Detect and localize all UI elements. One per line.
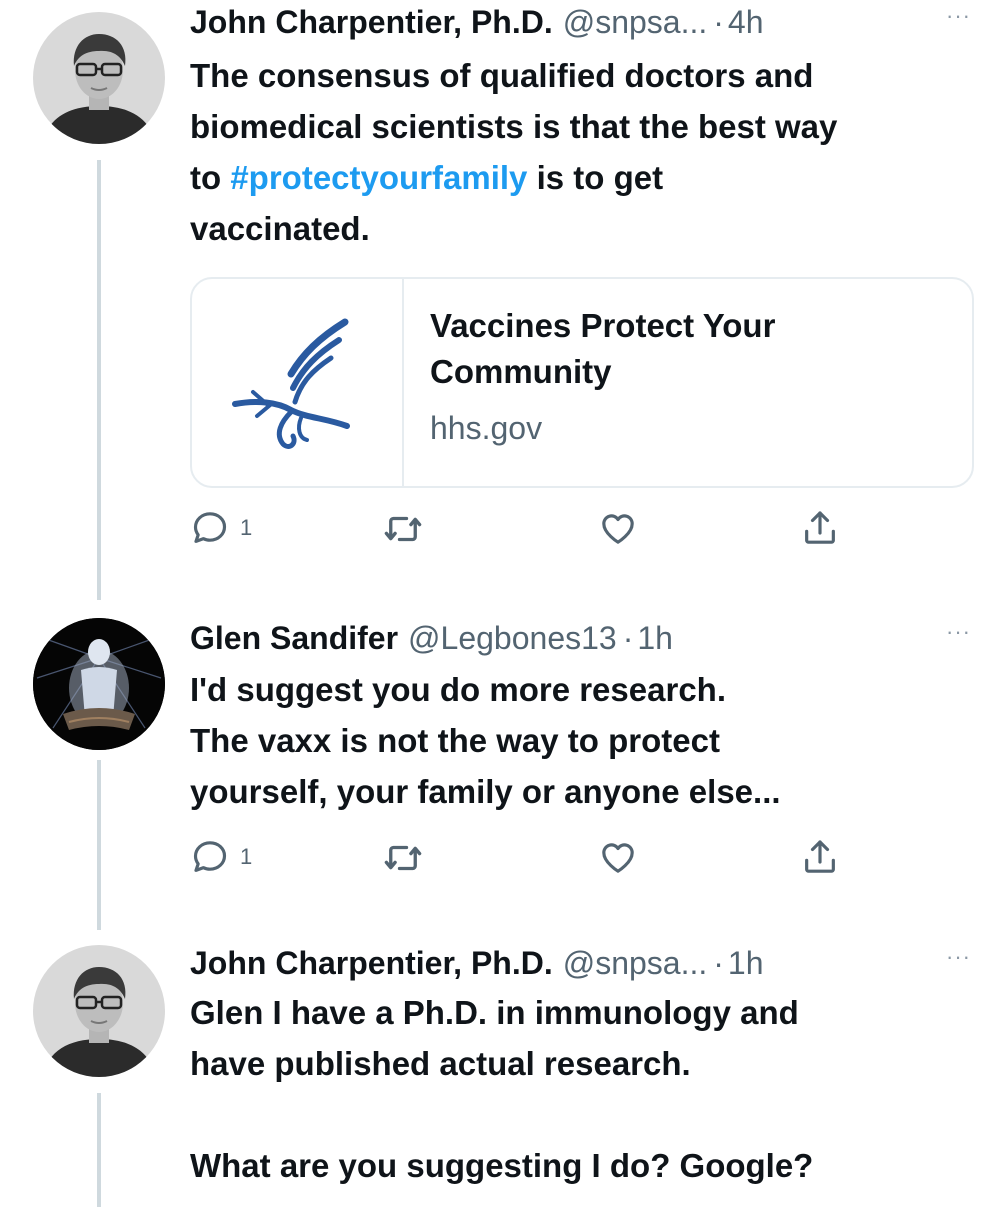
card-image: [192, 279, 404, 486]
share-icon: [800, 508, 840, 548]
avatar[interactable]: [33, 945, 165, 1077]
tweet-text: I'd suggest you do more research. The va…: [190, 671, 781, 810]
avatar[interactable]: [33, 618, 165, 750]
author-handle[interactable]: @Legbones13: [408, 618, 617, 658]
separator-dot: ·: [713, 945, 724, 981]
share-button[interactable]: [800, 508, 840, 548]
reply-icon: [190, 837, 230, 877]
more-icon[interactable]: ···: [946, 946, 971, 968]
action-bar: 1: [190, 837, 850, 881]
card-domain: hhs.gov: [430, 410, 543, 446]
hashtag-link[interactable]: #protectyourfamily: [230, 159, 527, 196]
tweet-text: The consensus of qualified doctors and b…: [190, 50, 971, 254]
reply-count: 1: [240, 515, 253, 540]
heart-icon: [598, 837, 638, 877]
separator-dot: ·: [713, 4, 724, 40]
retweet-button[interactable]: [382, 508, 424, 550]
author-handle[interactable]: @snpsa...: [563, 943, 708, 983]
more-icon[interactable]: ···: [946, 621, 971, 643]
separator-dot: ·: [622, 620, 634, 656]
like-button[interactable]: [598, 508, 638, 548]
timestamp[interactable]: 4h: [728, 2, 764, 42]
author-name[interactable]: Glen Sandifer: [190, 618, 398, 658]
card-title: Vaccines Protect Your Community: [430, 307, 776, 390]
reply-button[interactable]: 1: [190, 837, 252, 877]
timestamp[interactable]: 1h: [637, 618, 673, 658]
retweet-button[interactable]: [382, 837, 424, 879]
retweet-icon: [382, 508, 424, 550]
action-bar: 1: [190, 508, 850, 552]
reply-count: 1: [240, 844, 253, 869]
heart-icon: [598, 508, 638, 548]
share-icon: [800, 837, 840, 877]
link-card[interactable]: Vaccines Protect Your Community hhs.gov: [190, 277, 974, 488]
hhs-eagle-logo: [232, 318, 350, 449]
like-button[interactable]: [598, 837, 638, 877]
more-icon[interactable]: ···: [946, 5, 971, 27]
thread-line: [97, 160, 101, 600]
author-name[interactable]: John Charpentier, Ph.D.: [190, 943, 553, 983]
avatar[interactable]: [33, 12, 165, 144]
retweet-icon: [382, 837, 424, 879]
tweet-header: John Charpentier, Ph.D. @snpsa... · 1h: [190, 943, 971, 983]
share-button[interactable]: [800, 837, 840, 877]
tweet-text: Glen I have a Ph.D. in immunology and ha…: [190, 994, 814, 1184]
thread-line: [97, 760, 101, 930]
tweet-header: John Charpentier, Ph.D. @snpsa... · 4h: [190, 2, 971, 42]
reply-button[interactable]: 1: [190, 508, 252, 548]
author-handle[interactable]: @snpsa...: [563, 2, 708, 42]
timestamp[interactable]: 1h: [728, 943, 764, 983]
reply-icon: [190, 508, 230, 548]
thread-line: [97, 1093, 101, 1207]
author-name[interactable]: John Charpentier, Ph.D.: [190, 2, 553, 42]
tweet-header: Glen Sandifer @Legbones13 · 1h: [190, 618, 971, 658]
